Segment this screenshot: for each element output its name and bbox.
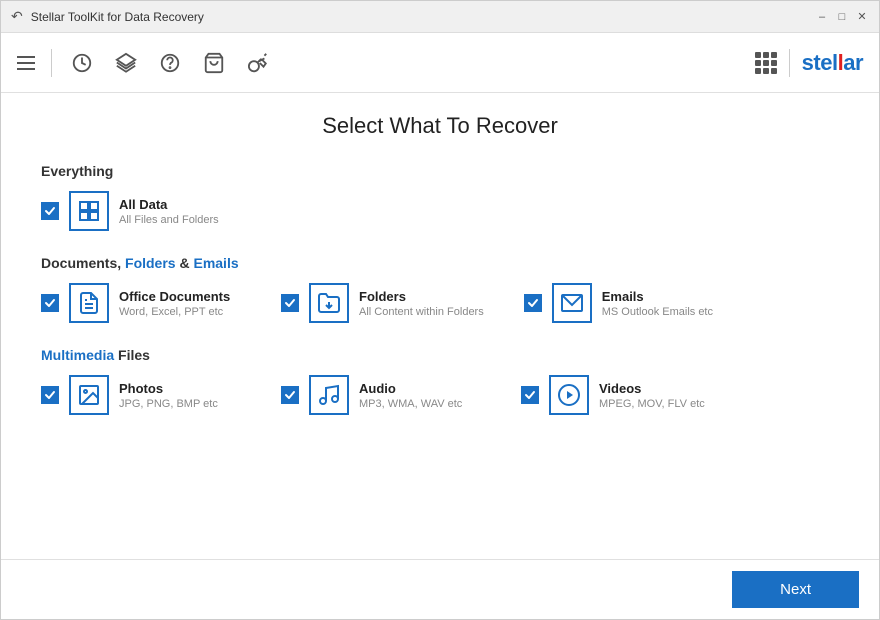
clock-icon[interactable] — [68, 49, 96, 77]
main-content: Select What To Recover Everything — [1, 93, 879, 559]
checkbox-audio[interactable] — [281, 386, 299, 404]
emails-icon-box — [552, 283, 592, 323]
office-docs-text: Office Documents Word, Excel, PPT etc — [119, 289, 230, 318]
items-row-everything: All Data All Files and Folders — [41, 191, 839, 231]
emails-text: Emails MS Outlook Emails etc — [602, 289, 713, 318]
audio-text: Audio MP3, WMA, WAV etc — [359, 381, 462, 410]
app-title: Stellar ToolKit for Data Recovery — [31, 10, 204, 24]
items-row-multimedia: Photos JPG, PNG, BMP etc — [41, 375, 839, 415]
section-title-documents: Documents, Folders & Emails — [41, 255, 839, 271]
title-bar: ↶ Stellar ToolKit for Data Recovery – □ … — [1, 1, 879, 33]
videos-sub: MPEG, MOV, FLV etc — [599, 398, 705, 410]
back-icon[interactable]: ↶ — [11, 8, 23, 25]
item-office-docs: Office Documents Word, Excel, PPT etc — [41, 283, 241, 323]
page-title: Select What To Recover — [41, 113, 839, 139]
menu-icon[interactable] — [17, 56, 35, 70]
item-audio: Audio MP3, WMA, WAV etc — [281, 375, 481, 415]
checkbox-all-data[interactable] — [41, 202, 59, 220]
all-data-name: All Data — [119, 197, 219, 212]
footer: Next — [1, 559, 879, 619]
maximize-button[interactable]: □ — [835, 10, 849, 24]
photos-name: Photos — [119, 381, 218, 396]
emails-name: Emails — [602, 289, 713, 304]
item-photos: Photos JPG, PNG, BMP etc — [41, 375, 241, 415]
section-documents: Documents, Folders & Emails — [41, 255, 839, 323]
audio-name: Audio — [359, 381, 462, 396]
photos-icon-box — [69, 375, 109, 415]
folders-name: Folders — [359, 289, 484, 304]
videos-text: Videos MPEG, MOV, FLV etc — [599, 381, 705, 410]
section-title-everything: Everything — [41, 163, 839, 179]
toolbar-divider — [51, 49, 52, 77]
close-button[interactable]: ✕ — [855, 10, 869, 24]
checkbox-emails[interactable] — [524, 294, 542, 312]
cart-icon[interactable] — [200, 49, 228, 77]
next-button[interactable]: Next — [732, 571, 859, 608]
section-title-multimedia: Multimedia Files — [41, 347, 839, 363]
videos-icon-box — [549, 375, 589, 415]
photos-sub: JPG, PNG, BMP etc — [119, 398, 218, 410]
item-emails: Emails MS Outlook Emails etc — [524, 283, 724, 323]
office-docs-icon-box — [69, 283, 109, 323]
all-data-sub: All Files and Folders — [119, 214, 219, 226]
layers-icon[interactable] — [112, 49, 140, 77]
photos-text: Photos JPG, PNG, BMP etc — [119, 381, 218, 410]
stellar-logo: stellar — [802, 50, 863, 76]
section-everything: Everything All Data — [41, 163, 839, 231]
folders-sub: All Content within Folders — [359, 306, 484, 318]
folders-icon-box — [309, 283, 349, 323]
audio-sub: MP3, WMA, WAV etc — [359, 398, 462, 410]
office-docs-name: Office Documents — [119, 289, 230, 304]
key-icon[interactable] — [244, 49, 272, 77]
toolbar-divider2 — [789, 49, 790, 77]
item-all-data: All Data All Files and Folders — [41, 191, 241, 231]
folders-text: Folders All Content within Folders — [359, 289, 484, 318]
apps-icon[interactable] — [755, 52, 777, 74]
all-data-text: All Data All Files and Folders — [119, 197, 219, 226]
checkbox-videos[interactable] — [521, 386, 539, 404]
toolbar: stellar — [1, 33, 879, 93]
item-folders: Folders All Content within Folders — [281, 283, 484, 323]
checkbox-photos[interactable] — [41, 386, 59, 404]
section-multimedia: Multimedia Files Photos — [41, 347, 839, 415]
help-icon[interactable] — [156, 49, 184, 77]
office-docs-sub: Word, Excel, PPT etc — [119, 306, 230, 318]
checkbox-folders[interactable] — [281, 294, 299, 312]
videos-name: Videos — [599, 381, 705, 396]
emails-sub: MS Outlook Emails etc — [602, 306, 713, 318]
checkbox-office-docs[interactable] — [41, 294, 59, 312]
all-data-icon-box — [69, 191, 109, 231]
minimize-button[interactable]: – — [815, 10, 829, 24]
item-videos: Videos MPEG, MOV, FLV etc — [521, 375, 721, 415]
audio-icon-box — [309, 375, 349, 415]
items-row-documents: Office Documents Word, Excel, PPT etc — [41, 283, 839, 323]
